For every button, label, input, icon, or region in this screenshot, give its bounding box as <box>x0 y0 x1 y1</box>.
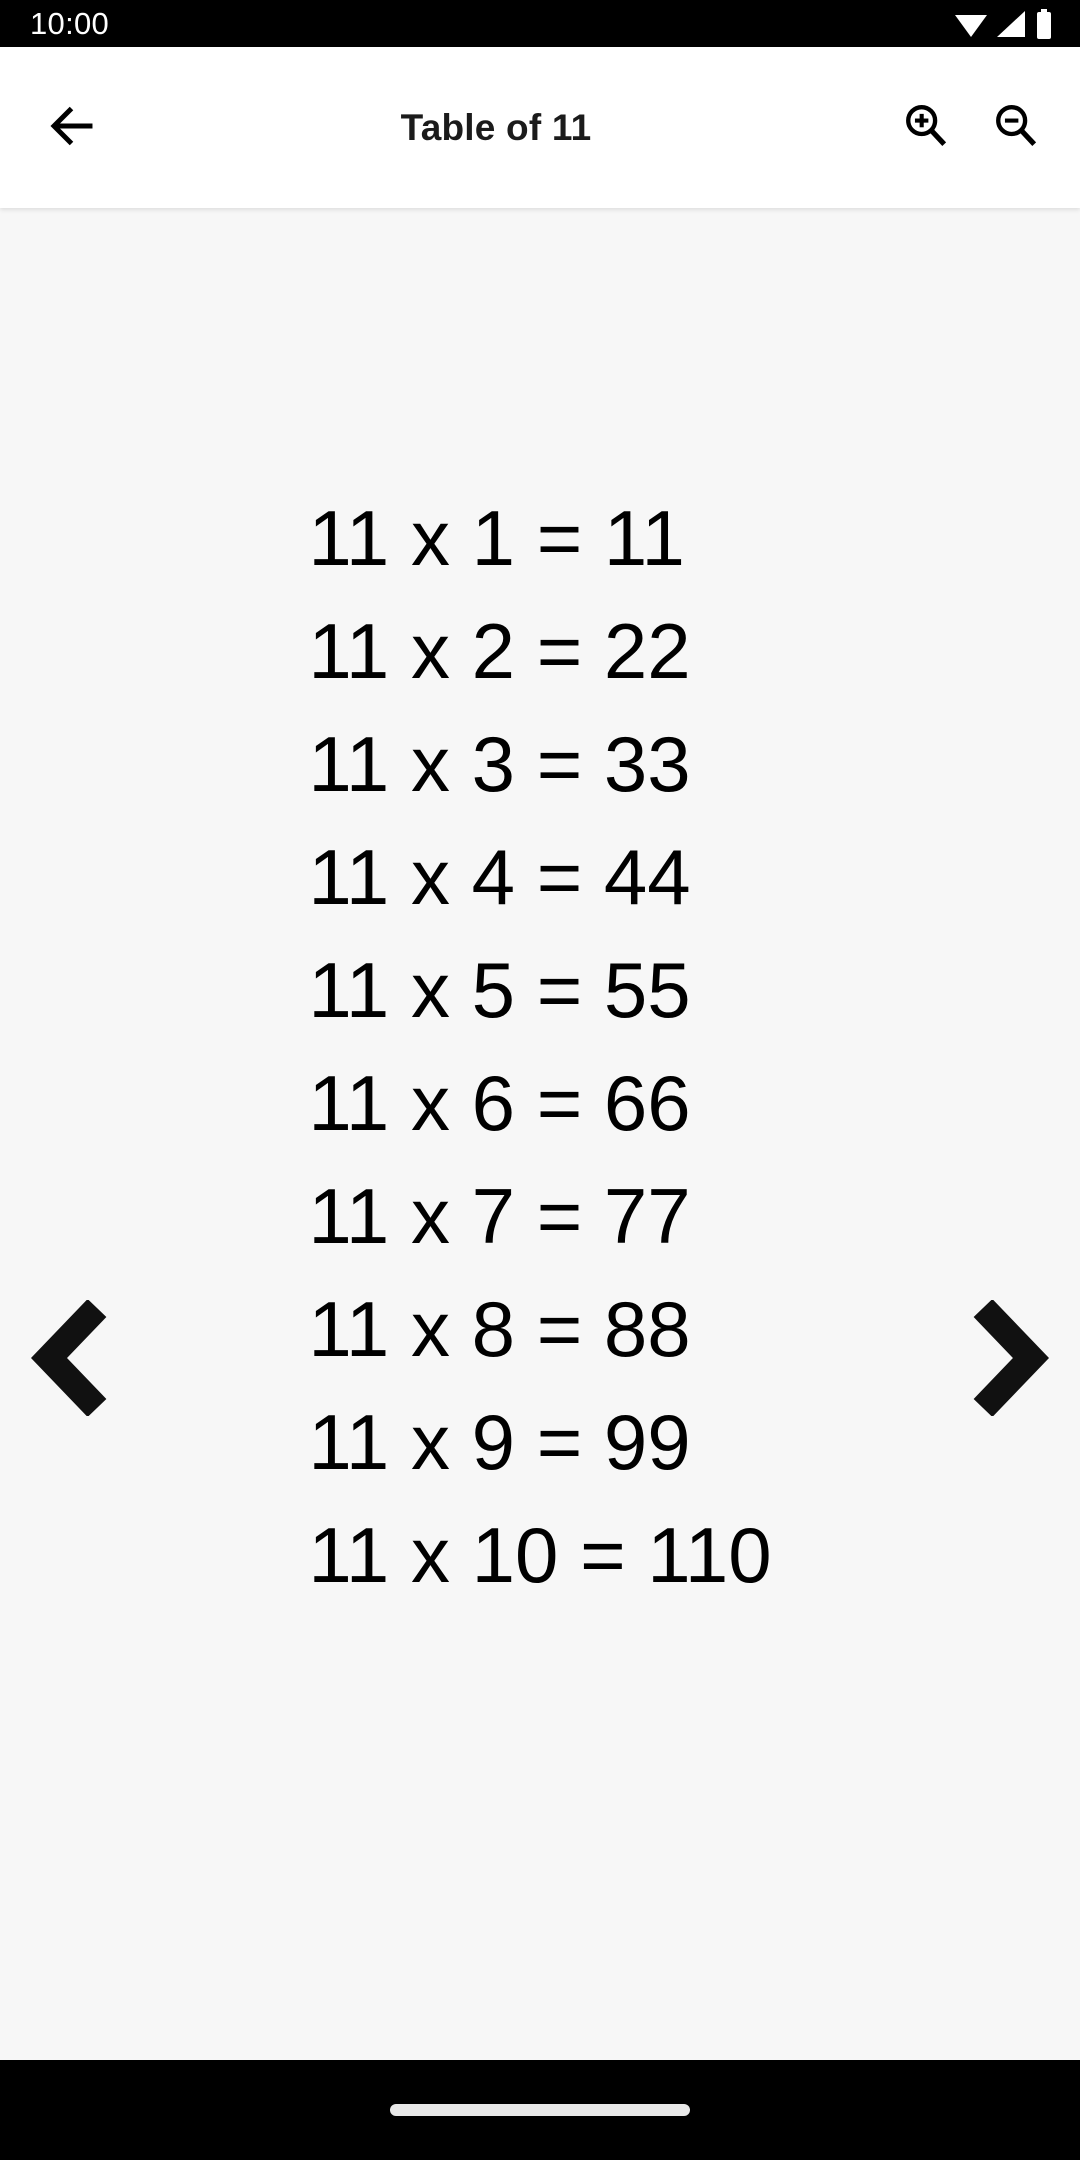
wifi-icon <box>954 10 988 38</box>
table-row: 11 x 2 = 22 <box>308 607 691 695</box>
table-content-area: 11 x 1 = 11 11 x 2 = 22 11 x 3 = 33 11 x… <box>0 208 1080 2060</box>
cellular-signal-icon <box>995 10 1027 38</box>
table-row: 11 x 6 = 66 <box>308 1059 691 1147</box>
multiplication-table: 11 x 1 = 11 11 x 2 = 22 11 x 3 = 33 11 x… <box>0 482 1080 1612</box>
zoom-in-icon <box>900 100 952 155</box>
chevron-left-icon <box>31 1300 115 1416</box>
gesture-navigation-bar <box>0 2060 1080 2160</box>
zoom-out-icon <box>990 100 1042 155</box>
zoom-out-button[interactable] <box>978 90 1054 166</box>
back-arrow-icon <box>45 99 99 156</box>
status-bar: 10:00 <box>0 0 1080 47</box>
app-bar-actions <box>888 90 1054 166</box>
table-row: 11 x 5 = 55 <box>308 946 691 1034</box>
chevron-right-icon <box>965 1300 1049 1416</box>
status-bar-icons <box>954 8 1054 39</box>
next-table-button[interactable] <box>952 1283 1062 1433</box>
zoom-in-button[interactable] <box>888 90 964 166</box>
home-indicator[interactable] <box>390 2104 690 2116</box>
status-bar-clock: 10:00 <box>30 6 110 41</box>
app-screen: 10:00 Table of 11 11 x 1 = 11 11 x 2 = 2… <box>0 0 1080 2160</box>
table-rows-list: 11 x 1 = 11 11 x 2 = 22 11 x 3 = 33 11 x… <box>308 482 771 1612</box>
table-row: 11 x 10 = 110 <box>308 1511 772 1599</box>
table-row: 11 x 7 = 77 <box>308 1172 691 1260</box>
previous-table-button[interactable] <box>18 1283 128 1433</box>
table-row: 11 x 8 = 88 <box>308 1285 691 1373</box>
app-bar: Table of 11 <box>0 47 1080 208</box>
table-row: 11 x 9 = 99 <box>308 1398 691 1486</box>
page-title: Table of 11 <box>400 106 592 148</box>
battery-icon <box>1034 8 1054 39</box>
table-row: 11 x 1 = 11 <box>308 494 685 582</box>
back-button[interactable] <box>34 90 110 166</box>
table-row: 11 x 3 = 33 <box>308 720 691 808</box>
table-row: 11 x 4 = 44 <box>308 833 691 921</box>
